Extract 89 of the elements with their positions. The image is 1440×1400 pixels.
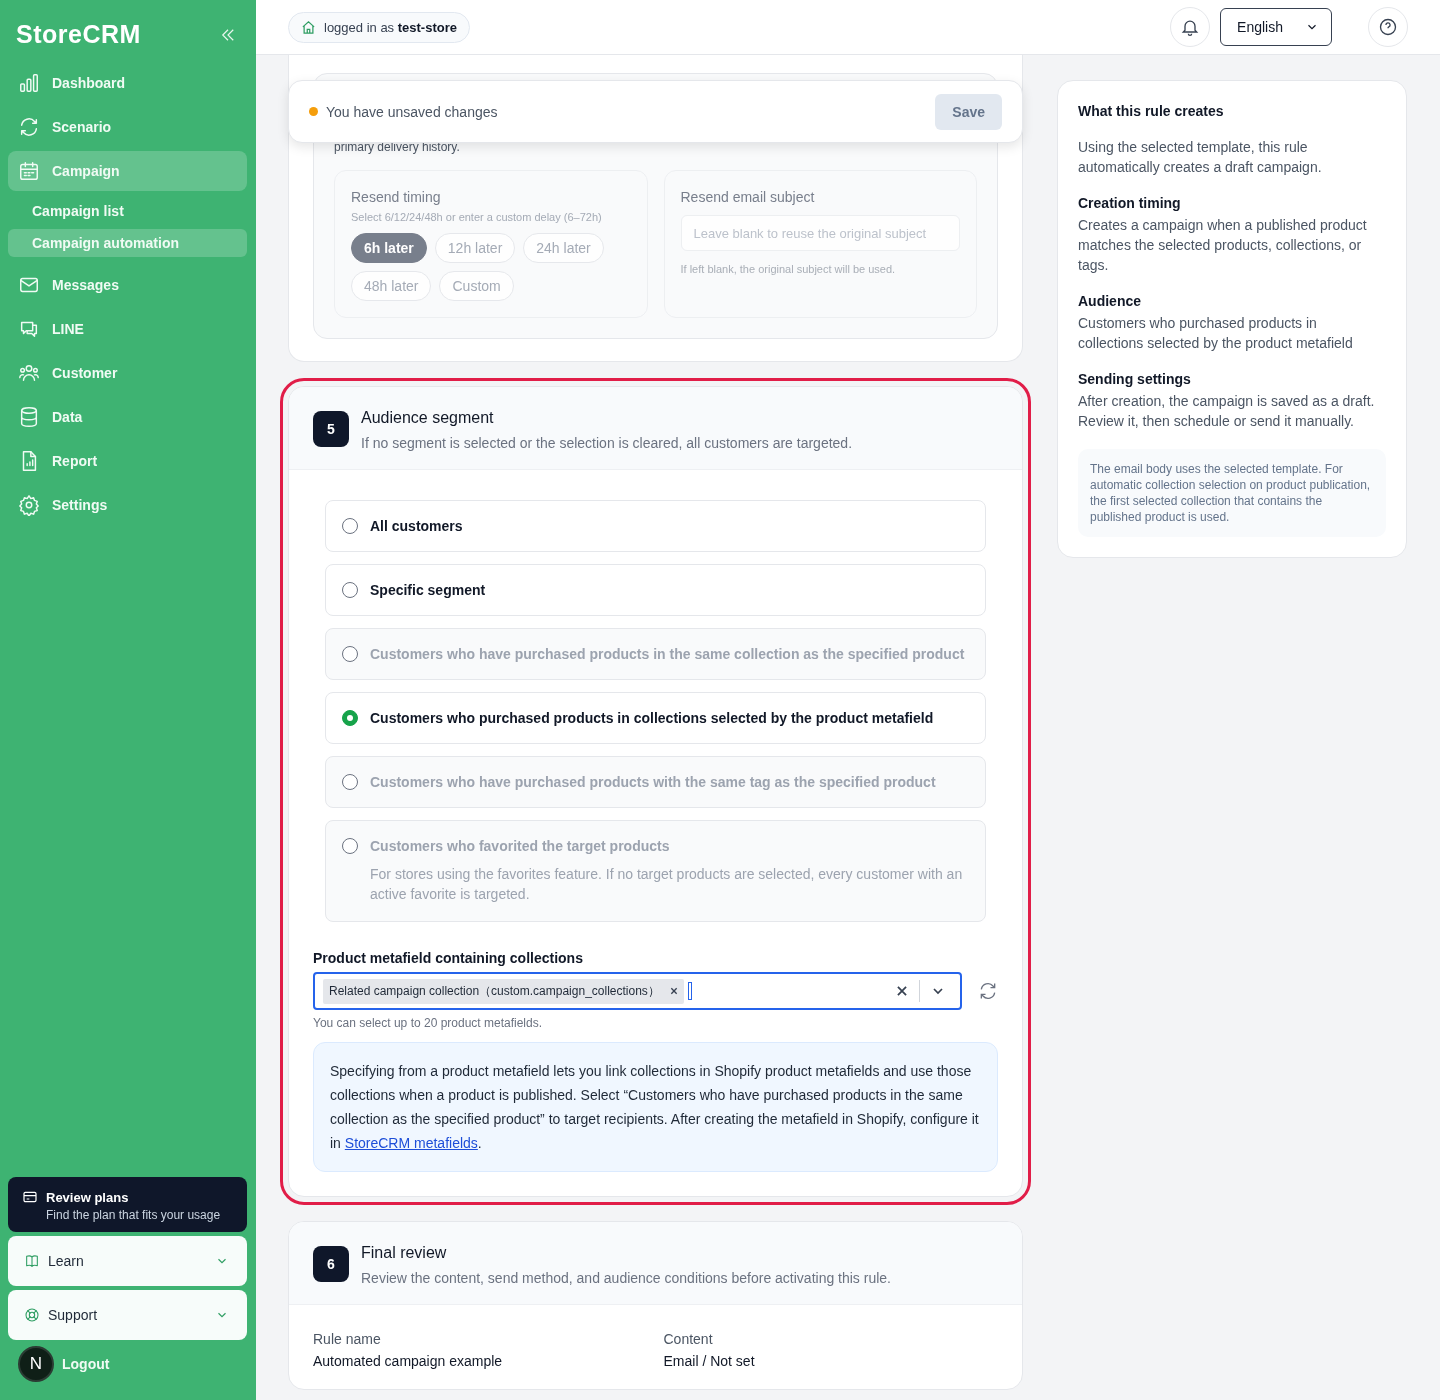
- settings-icon: [18, 494, 40, 516]
- brand-logo: StoreCRM: [16, 20, 141, 49]
- audience-option[interactable]: All customers: [325, 500, 986, 552]
- step-number: 6: [313, 1246, 349, 1282]
- summary-text: After creation, the campaign is saved as a draft. Review it, then schedule or send it manually.: [1078, 392, 1376, 431]
- option-label: Customers who purchased products in collections selected by the product metafield: [370, 710, 935, 726]
- unsaved-message: You have unsaved changes: [326, 103, 499, 120]
- lifebuoy-icon: [24, 1307, 40, 1323]
- nav-item[interactable]: LINE: [8, 309, 247, 349]
- section-title: Final review: [361, 1244, 448, 1262]
- timing-chip[interactable]: 12h later: [434, 233, 516, 263]
- step-number: 5: [313, 411, 349, 447]
- help-button[interactable]: [1368, 7, 1408, 47]
- subject-input[interactable]: Leave blank to reuse the original subject: [680, 215, 960, 251]
- plans-title: Review plans: [46, 1189, 130, 1205]
- section-title: Audience segment: [361, 409, 495, 427]
- summary-text: Using the selected template, this rule automatically creates a draft campaign.: [1078, 138, 1323, 177]
- timing-chip[interactable]: 48h later: [351, 271, 432, 301]
- database-icon: [18, 406, 40, 428]
- radio-button[interactable]: [342, 582, 358, 598]
- refresh-icon[interactable]: [978, 981, 998, 1001]
- people-icon: [18, 362, 40, 384]
- nav-subitem[interactable]: Campaign list: [8, 197, 247, 225]
- logout-link[interactable]: Logout: [62, 1356, 110, 1372]
- calendar-icon: [18, 160, 40, 182]
- review-label: Content: [663, 1331, 714, 1347]
- info-box: Specifying from a product metafield lets you link collections in Shopify product metafields and use those collections when a product is published. Select “Customers who have purchased products in the same collection as the specified product” to target recipients. After creating the metafield in Shopify, configure it in StoreCRM metafields.: [313, 1042, 998, 1172]
- radio-button[interactable]: [342, 710, 358, 726]
- section-description: If no segment is selected or the selection is cleared, all customers are targeted.: [361, 435, 853, 451]
- credit-card-icon: [22, 1189, 38, 1205]
- review-value: Automated campaign example: [313, 1353, 504, 1369]
- option-label: Specific segment: [370, 582, 487, 598]
- timing-chip[interactable]: 24h later: [523, 233, 604, 263]
- option-label: Customers who have purchased products with the same tag as the specified product: [370, 774, 937, 790]
- metafield-select[interactable]: Related campaign collection（custom.campaign_collections）: [313, 972, 962, 1010]
- field-label: Resend timing: [351, 189, 442, 205]
- bar-chart-icon: [18, 72, 40, 94]
- field-label: Product metafield containing collections: [313, 950, 584, 966]
- nav-subitem[interactable]: Campaign automation: [8, 229, 247, 257]
- audience-option[interactable]: Specific segment: [325, 564, 986, 616]
- login-status: logged in as test-store: [288, 11, 470, 43]
- home-icon: [301, 19, 316, 35]
- selected-tag: Related campaign collection（custom.campaign_collections）: [323, 978, 684, 1004]
- field-help: You can select up to 20 product metafields.: [313, 1016, 544, 1030]
- field-hint: Select 6/12/24/48h or enter a custom delay (6–72h): [351, 211, 603, 223]
- review-value: Email / Not set: [663, 1353, 756, 1369]
- summary-text: Customers who purchased products in collections selected by the product metafield: [1078, 314, 1354, 353]
- language-select[interactable]: English: [1220, 8, 1332, 46]
- close-icon: [669, 987, 678, 995]
- summary-heading: Sending settings: [1078, 371, 1192, 387]
- save-button[interactable]: Save: [935, 93, 1002, 130]
- audience-option[interactable]: Customers who purchased products in collections selected by the product metafield: [325, 692, 986, 744]
- review-label: Rule name: [313, 1331, 382, 1347]
- summary-title: What this rule creates: [1078, 103, 1225, 119]
- option-label: Customers who have purchased products in the same collection as the specified product: [370, 646, 966, 662]
- help-icon: [1378, 17, 1398, 37]
- nav-item[interactable]: Settings: [8, 485, 247, 525]
- section-description: Review the content, send method, and audience conditions before activating this rule.: [361, 1270, 891, 1286]
- expander-button[interactable]: Support: [8, 1290, 247, 1340]
- summary-note: The email body uses the selected template. For automatic collection selection on product publication, the first selected collection that contains the published product is used.: [1078, 449, 1386, 537]
- remove-tag-button[interactable]: [669, 987, 678, 995]
- expander-button[interactable]: Learn: [8, 1236, 247, 1286]
- summary-heading: Creation timing: [1078, 195, 1182, 211]
- option-label: All customers: [370, 518, 464, 534]
- summary-text: Creates a campaign when a published product matches the selected products, collections, or tags.: [1078, 216, 1368, 275]
- option-description: For stores using the favorites feature. If no target products are selected, every customer with an active favorite is targeted.: [370, 865, 964, 904]
- metafields-link[interactable]: StoreCRM metafields: [344, 1135, 478, 1151]
- timing-chip[interactable]: 6h later: [351, 233, 427, 263]
- timing-chip[interactable]: Custom: [439, 271, 514, 301]
- nav-item[interactable]: Dashboard: [8, 63, 247, 103]
- summary-heading: Audience: [1078, 293, 1142, 309]
- nav-item[interactable]: Scenario: [8, 107, 247, 147]
- review-plans-card[interactable]: Review plans Find the plan that fits your usage: [8, 1177, 247, 1232]
- nav-item[interactable]: Messages: [8, 265, 247, 305]
- panel-description: primary delivery history.: [334, 140, 461, 154]
- nav-item[interactable]: Report: [8, 441, 247, 481]
- notifications-button[interactable]: [1170, 7, 1211, 47]
- plans-subtitle: Find the plan that fits your usage: [46, 1208, 222, 1222]
- status-dot: [309, 107, 318, 116]
- nav-item[interactable]: Data: [8, 397, 247, 437]
- sync-icon: [18, 116, 40, 138]
- field-help: If left blank, the original subject will be used.: [680, 263, 897, 275]
- book-icon: [24, 1253, 40, 1269]
- nav-item[interactable]: Campaign: [8, 151, 247, 191]
- radio-button[interactable]: [342, 518, 358, 534]
- nav-item[interactable]: Customer: [8, 353, 247, 393]
- avatar[interactable]: N: [18, 1346, 54, 1382]
- field-label: Resend email subject: [680, 189, 816, 205]
- option-label: Customers who favorited the target products: [370, 838, 671, 854]
